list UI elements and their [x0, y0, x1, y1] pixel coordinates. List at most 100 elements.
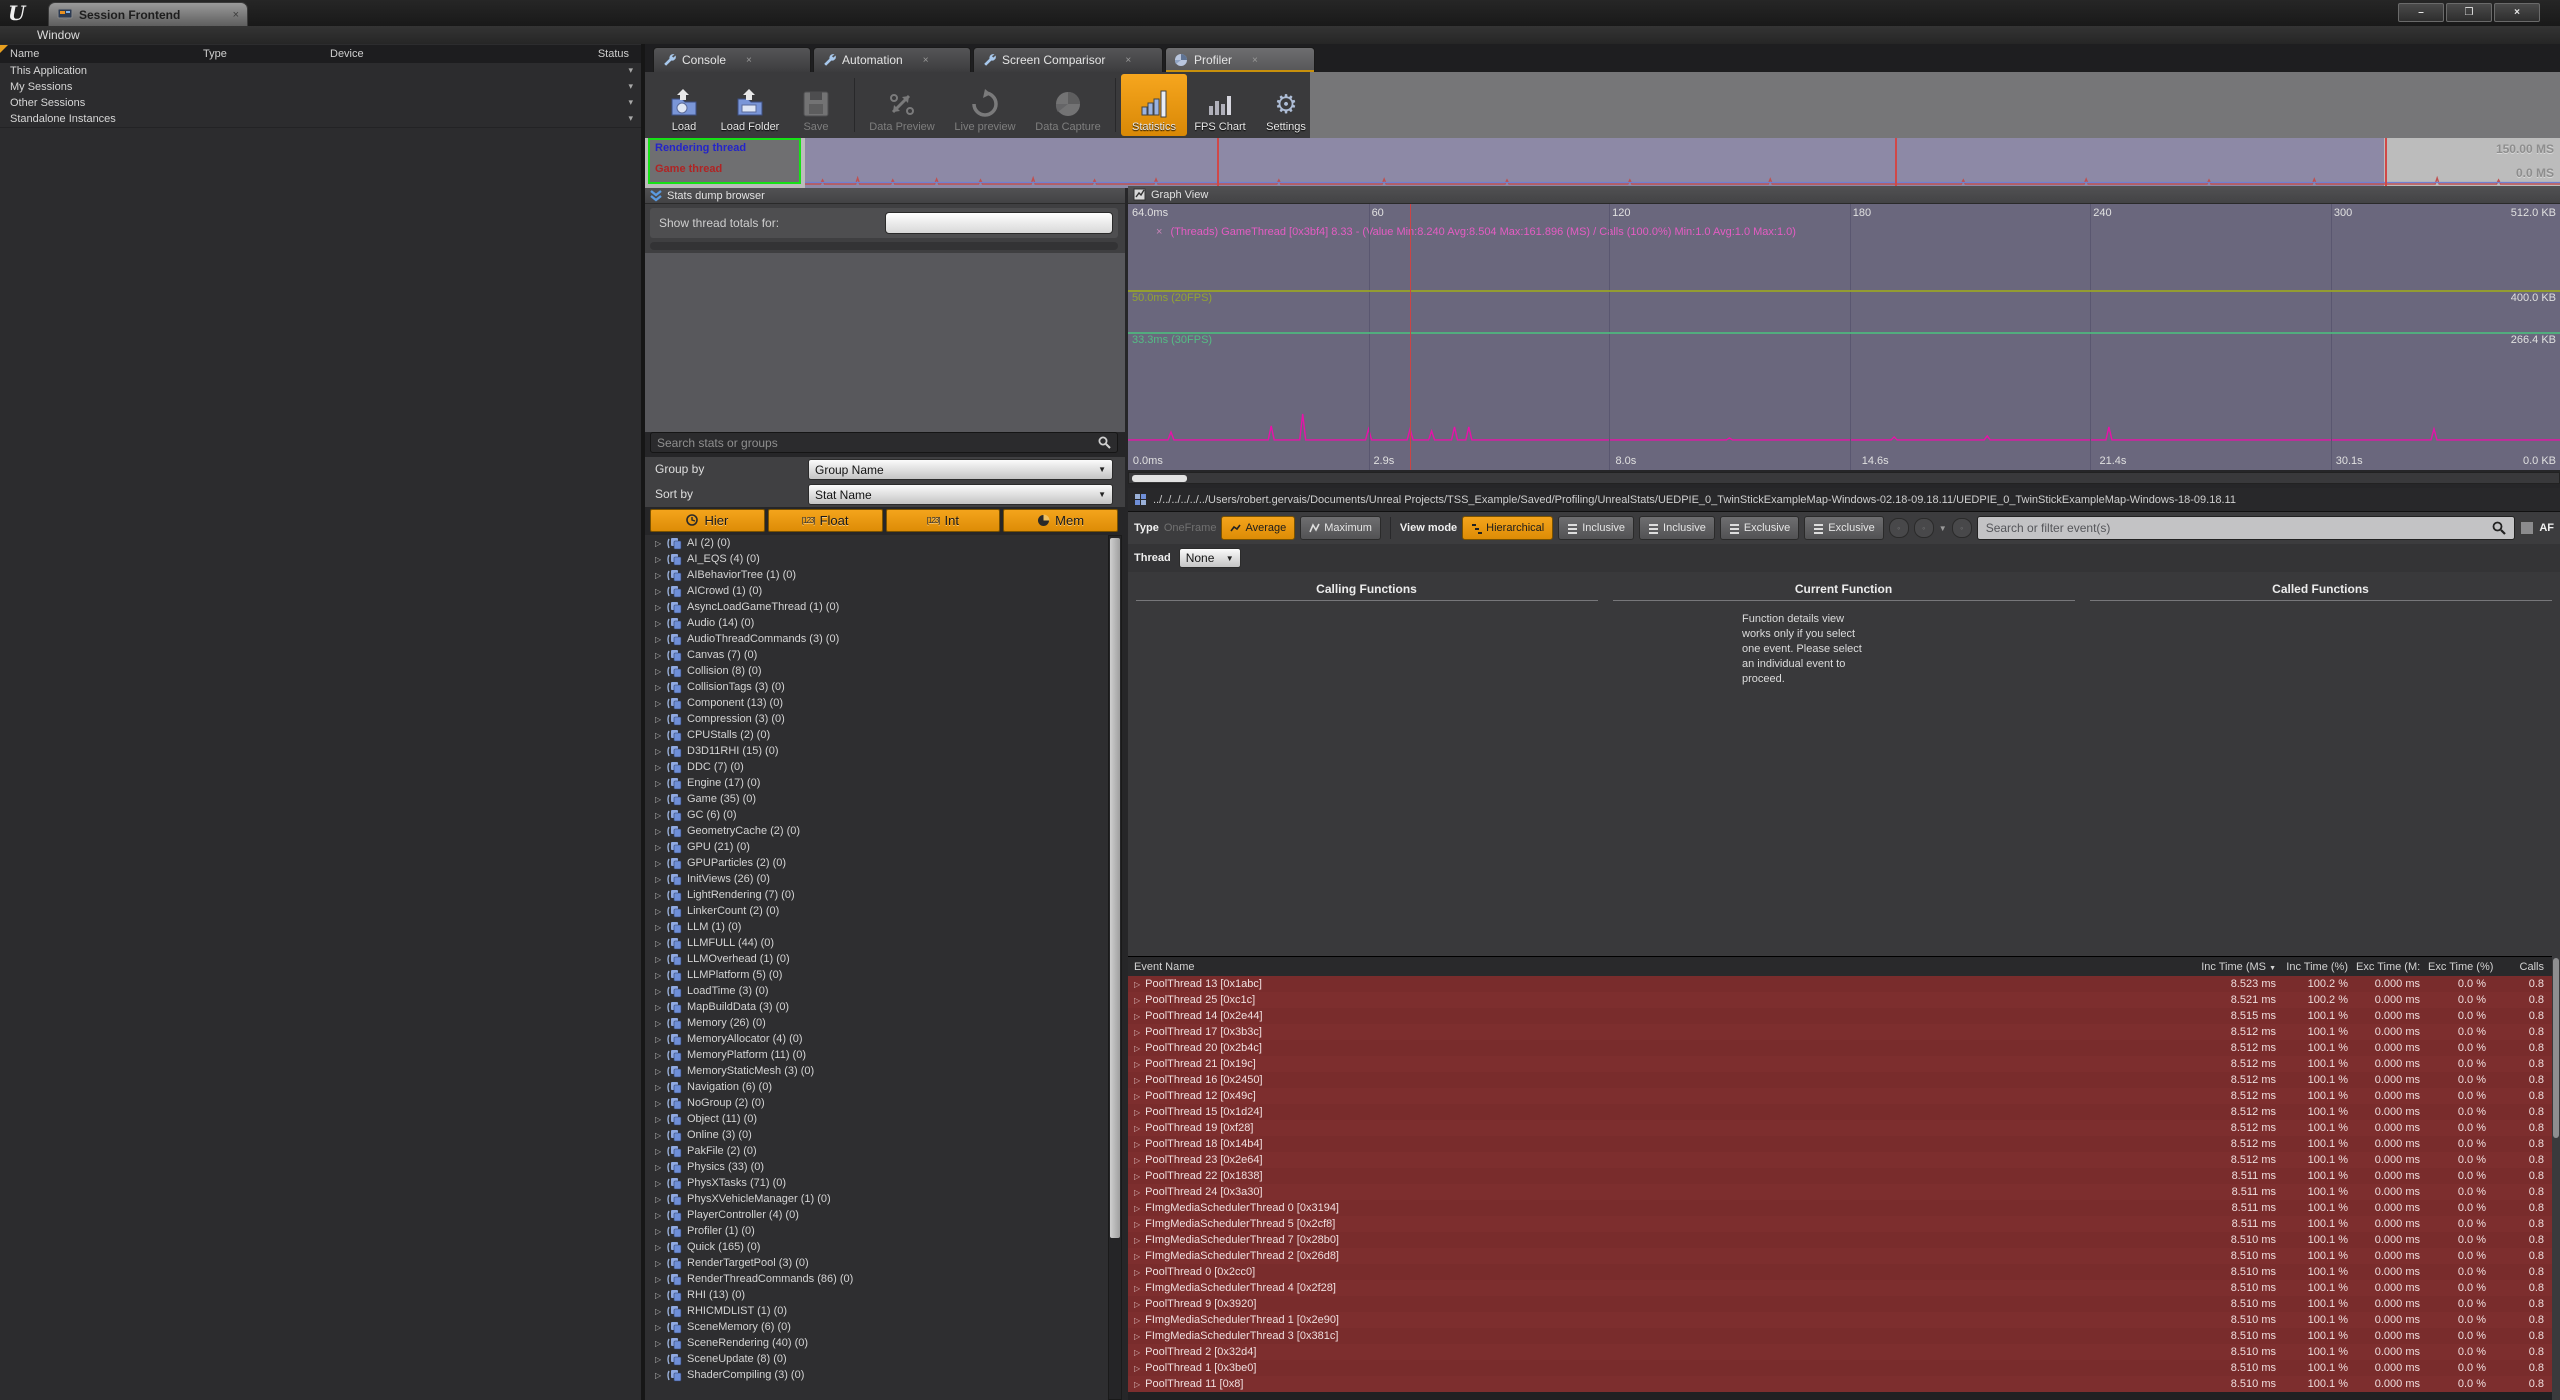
expander-icon[interactable]: ▷: [1134, 1140, 1140, 1149]
settings-button[interactable]: ⚙ Settings: [1253, 74, 1319, 136]
expander-icon[interactable]: ▷: [655, 923, 663, 932]
stats-group-row[interactable]: ▷ MemoryStaticMesh (3) (0): [645, 1063, 1108, 1079]
expander-icon[interactable]: ▷: [1134, 1220, 1140, 1229]
event-table-row[interactable]: ▷FImgMediaSchedulerThread 7 [0x28b0] 8.5…: [1128, 1232, 2552, 1248]
expander-icon[interactable]: ▷: [655, 763, 663, 772]
history-forward-button[interactable]: ◦: [1914, 518, 1934, 538]
stats-group-row[interactable]: ▷ AICrowd (1) (0): [645, 583, 1108, 599]
data-preview-button[interactable]: Data Preview: [860, 74, 944, 136]
expander-icon[interactable]: ▷: [655, 555, 663, 564]
chevron-down-icon[interactable]: ▾: [628, 113, 633, 124]
tab-close-icon[interactable]: ×: [1252, 55, 1258, 66]
session-group-row[interactable]: This Application ▾: [0, 63, 641, 80]
fps-chart-button[interactable]: FPS Chart: [1187, 74, 1253, 136]
expander-icon[interactable]: ▷: [655, 1179, 663, 1188]
statistics-button[interactable]: Statistics: [1121, 74, 1187, 136]
expander-icon[interactable]: ▷: [655, 987, 663, 996]
expander-icon[interactable]: ▷: [1134, 1188, 1140, 1197]
event-table-row[interactable]: ▷FImgMediaSchedulerThread 1 [0x2e90] 8.5…: [1128, 1312, 2552, 1328]
load-folder-button[interactable]: Load Folder: [717, 74, 783, 136]
expander-icon[interactable]: ▷: [655, 1371, 663, 1380]
expander-icon[interactable]: ▷: [1134, 996, 1140, 1005]
expander-icon[interactable]: ▷: [655, 1083, 663, 1092]
stats-search-box[interactable]: Search stats or groups: [650, 432, 1118, 453]
expander-icon[interactable]: ▷: [655, 635, 663, 644]
expander-icon[interactable]: ▷: [655, 699, 663, 708]
event-table-scrollbar-thumb[interactable]: [2553, 958, 2559, 1138]
expander-icon[interactable]: ▷: [655, 1051, 663, 1060]
event-table-row[interactable]: ▷PoolThread 17 [0x3b3c] 8.512 ms 100.1 %…: [1128, 1024, 2552, 1040]
menu-window[interactable]: Window: [37, 28, 80, 42]
stats-group-row[interactable]: ▷ Audio (14) (0): [645, 615, 1108, 631]
stats-group-row[interactable]: ▷ GeometryCache (2) (0): [645, 823, 1108, 839]
expander-icon[interactable]: ▷: [1134, 1076, 1140, 1085]
window-tab-close-icon[interactable]: ×: [233, 9, 239, 21]
tab-automation[interactable]: Automation ×: [813, 47, 971, 72]
event-table-row[interactable]: ▷PoolThread 9 [0x3920] 8.510 ms 100.1 % …: [1128, 1296, 2552, 1312]
stats-group-row[interactable]: ▷ Canvas (7) (0): [645, 647, 1108, 663]
expander-icon[interactable]: ▷: [655, 1147, 663, 1156]
stats-group-row[interactable]: ▷ NoGroup (2) (0): [645, 1095, 1108, 1111]
expander-icon[interactable]: ▷: [1134, 1284, 1140, 1293]
expander-icon[interactable]: ▷: [655, 683, 663, 692]
exclusive-coalesced-button[interactable]: Exclusive: [1804, 516, 1883, 540]
event-table-row[interactable]: ▷PoolThread 19 [0xf28] 8.512 ms 100.1 % …: [1128, 1120, 2552, 1136]
column-device[interactable]: Device: [330, 48, 364, 60]
stats-group-row[interactable]: ▷ AI_EQS (4) (0): [645, 551, 1108, 567]
inclusive-coalesced-button[interactable]: Inclusive: [1639, 516, 1715, 540]
column-event-name[interactable]: Event Name: [1128, 961, 2192, 973]
sort-by-select[interactable]: Stat Name ▼: [808, 484, 1113, 505]
filter-reset-button[interactable]: ◦: [1952, 518, 1972, 538]
stats-group-row[interactable]: ▷ Collision (8) (0): [645, 663, 1108, 679]
expander-icon[interactable]: ▷: [655, 891, 663, 900]
stats-dump-browser-header[interactable]: Stats dump browser: [645, 188, 1125, 204]
event-table-row[interactable]: ▷PoolThread 13 [0x1abc] 8.523 ms 100.2 %…: [1128, 976, 2552, 992]
stats-group-row[interactable]: ▷ RHI (13) (0): [645, 1287, 1108, 1303]
timeline-thread-legend[interactable]: Rendering thread Game thread: [648, 138, 801, 184]
expander-icon[interactable]: ▷: [655, 539, 663, 548]
expander-icon[interactable]: ▷: [655, 715, 663, 724]
event-table-row[interactable]: ▷PoolThread 20 [0x2b4c] 8.512 ms 100.1 %…: [1128, 1040, 2552, 1056]
expander-icon[interactable]: ▷: [655, 811, 663, 820]
column-inc-time-ms[interactable]: Inc Time (MS ▼: [2192, 961, 2284, 973]
expander-icon[interactable]: ▷: [1134, 1044, 1140, 1053]
expander-icon[interactable]: ▷: [1134, 1060, 1140, 1069]
stats-group-row[interactable]: ▷ GPUParticles (2) (0): [645, 855, 1108, 871]
stats-group-row[interactable]: ▷ InitViews (26) (0): [645, 871, 1108, 887]
stats-group-row[interactable]: ▷ LLMPlatform (5) (0): [645, 967, 1108, 983]
expander-icon[interactable]: ▷: [655, 827, 663, 836]
event-table-row[interactable]: ▷FImgMediaSchedulerThread 3 [0x381c] 8.5…: [1128, 1328, 2552, 1344]
expander-icon[interactable]: ▷: [655, 1355, 663, 1364]
tab-close-icon[interactable]: ×: [1125, 55, 1131, 66]
stats-group-row[interactable]: ▷ Profiler (1) (0): [645, 1223, 1108, 1239]
expander-icon[interactable]: ▷: [655, 875, 663, 884]
chevron-down-icon[interactable]: ▾: [628, 81, 633, 92]
expander-icon[interactable]: ▷: [1134, 1156, 1140, 1165]
chevron-down-icon[interactable]: ▾: [628, 97, 633, 108]
stats-group-row[interactable]: ▷ PlayerController (4) (0): [645, 1207, 1108, 1223]
hier-button[interactable]: Hier: [650, 509, 765, 532]
event-table-row[interactable]: ▷PoolThread 0 [0x2cc0] 8.510 ms 100.1 % …: [1128, 1264, 2552, 1280]
expander-icon[interactable]: ▷: [655, 795, 663, 804]
expander-icon[interactable]: ▷: [655, 1067, 663, 1076]
expander-icon[interactable]: ▷: [655, 859, 663, 868]
graph-h-scrollbar[interactable]: [1128, 472, 2560, 484]
expander-icon[interactable]: ▷: [1134, 1252, 1140, 1261]
expander-icon[interactable]: ▷: [655, 1211, 663, 1220]
stats-group-row[interactable]: ▷ LinkerCount (2) (0): [645, 903, 1108, 919]
stats-group-row[interactable]: ▷ MapBuildData (3) (0): [645, 999, 1108, 1015]
expander-icon[interactable]: ▷: [655, 939, 663, 948]
event-table-row[interactable]: ▷PoolThread 24 [0x3a30] 8.511 ms 100.1 %…: [1128, 1184, 2552, 1200]
expander-icon[interactable]: ▷: [1134, 1204, 1140, 1213]
expander-icon[interactable]: ▷: [1134, 1012, 1140, 1021]
expander-icon[interactable]: ▷: [655, 1099, 663, 1108]
expander-icon[interactable]: ▷: [655, 1115, 663, 1124]
stats-group-row[interactable]: ▷ RenderTargetPool (3) (0): [645, 1255, 1108, 1271]
history-back-button[interactable]: ◦: [1889, 518, 1909, 538]
stats-group-row[interactable]: ▷ LightRendering (7) (0): [645, 887, 1108, 903]
expander-icon[interactable]: ▷: [655, 571, 663, 580]
expander-icon[interactable]: ▷: [655, 1227, 663, 1236]
stats-group-row[interactable]: ▷ DDC (7) (0): [645, 759, 1108, 775]
stats-group-row[interactable]: ▷ Engine (17) (0): [645, 775, 1108, 791]
expander-icon[interactable]: ▷: [655, 651, 663, 660]
